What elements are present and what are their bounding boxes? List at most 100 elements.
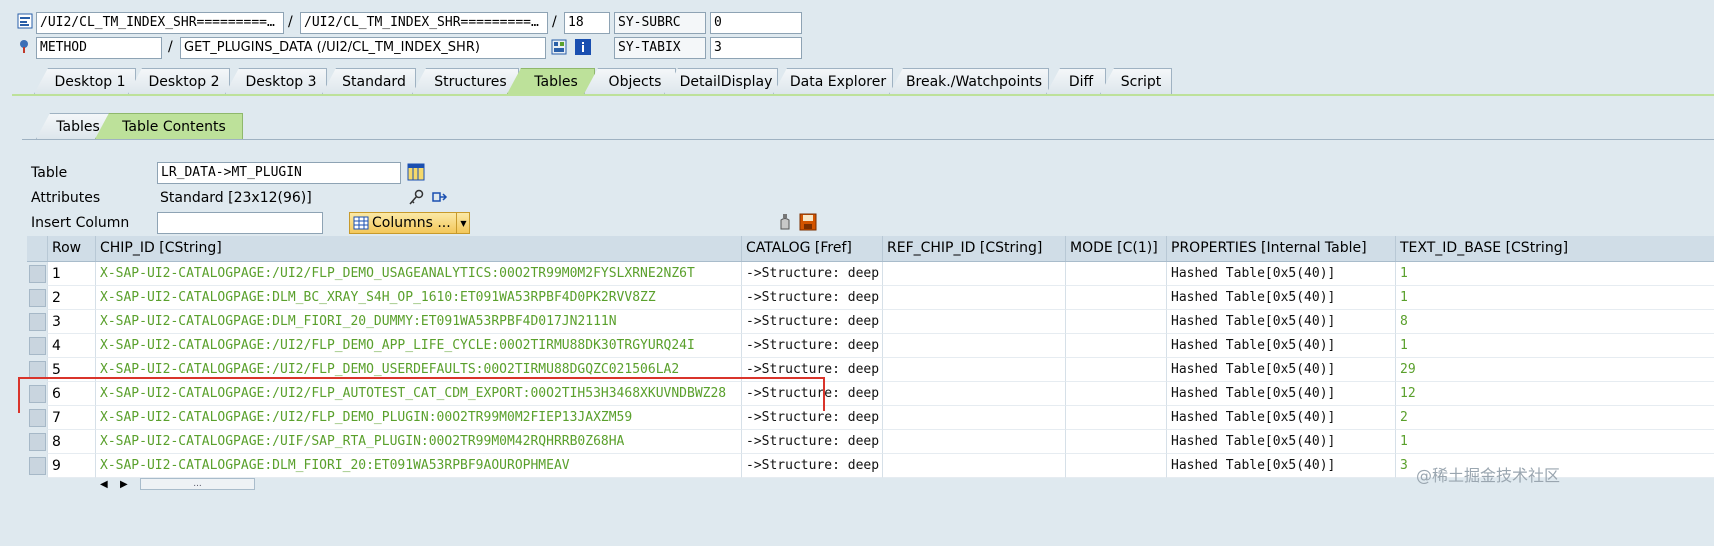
cell-ref-chip-id[interactable] <box>882 358 1065 382</box>
cell-row-number[interactable]: 3 <box>47 310 95 334</box>
table-view-icon[interactable] <box>406 162 426 182</box>
cell-text-id-base[interactable]: 12 <box>1395 382 1714 406</box>
column-header-row[interactable]: Row <box>47 236 95 261</box>
cell-text-id-base[interactable]: 29 <box>1395 358 1714 382</box>
cell-row-number[interactable]: 7 <box>47 406 95 430</box>
row-selector[interactable] <box>29 385 46 403</box>
scroll-right-arrow[interactable]: ▶ <box>120 479 128 490</box>
columns-button[interactable]: Columns ... ▼ <box>349 212 470 234</box>
cell-properties[interactable]: Hashed Table[0x5(40)] <box>1166 334 1395 358</box>
object-kind-field[interactable]: METHOD <box>36 37 162 59</box>
tab-breakpoints[interactable]: Break./Watchpoints <box>889 68 1049 94</box>
tab-desktop-1[interactable]: Desktop 1 <box>34 68 136 94</box>
cell-ref-chip-id[interactable] <box>882 430 1065 454</box>
cell-mode[interactable] <box>1065 334 1166 358</box>
cell-row-number[interactable]: 6 <box>47 382 95 406</box>
row-selector[interactable] <box>29 337 46 355</box>
tab-detail-display[interactable]: DetailDisplay <box>664 68 778 94</box>
dropdown-arrow-icon[interactable]: ▼ <box>456 213 470 233</box>
cell-chip-id[interactable]: X-SAP-UI2-CATALOGPAGE:/UI2/FLP_AUTOTEST_… <box>95 382 741 406</box>
cell-text-id-base[interactable]: 1 <box>1395 286 1714 310</box>
bottle-icon[interactable] <box>776 212 794 232</box>
column-header-properties[interactable]: PROPERTIES [Internal Table] <box>1166 236 1395 261</box>
cell-catalog[interactable]: ->Structure: deep <box>741 382 882 406</box>
cell-catalog[interactable]: ->Structure: deep <box>741 262 882 286</box>
save-icon[interactable] <box>798 212 818 232</box>
table-row[interactable]: 8 X-SAP-UI2-CATALOGPAGE:/UIF/SAP_RTA_PLUG… <box>27 430 1714 454</box>
cell-chip-id[interactable]: X-SAP-UI2-CATALOGPAGE:/UIF/SAP_RTA_PLUGI… <box>95 430 741 454</box>
cell-ref-chip-id[interactable] <box>882 454 1065 478</box>
tab-desktop-2[interactable]: Desktop 2 <box>128 68 230 94</box>
insert-column-input[interactable] <box>157 212 323 234</box>
tab-objects[interactable]: Objects <box>584 68 676 94</box>
cell-mode[interactable] <box>1065 310 1166 334</box>
cell-text-id-base[interactable]: 1 <box>1395 430 1714 454</box>
cell-properties[interactable]: Hashed Table[0x5(40)] <box>1166 286 1395 310</box>
cell-mode[interactable] <box>1065 358 1166 382</box>
cell-ref-chip-id[interactable] <box>882 406 1065 430</box>
cell-mode[interactable] <box>1065 454 1166 478</box>
subtab-table-contents[interactable]: Table Contents <box>95 113 243 139</box>
cell-chip-id[interactable]: X-SAP-UI2-CATALOGPAGE:/UI2/FLP_DEMO_APP_… <box>95 334 741 358</box>
cell-catalog[interactable]: ->Structure: deep <box>741 430 882 454</box>
column-header-mode[interactable]: MODE [C(1)] <box>1065 236 1166 261</box>
sysvar-name-field[interactable]: SY-SUBRC <box>614 12 706 34</box>
tab-script[interactable]: Script <box>1100 68 1172 94</box>
cell-chip-id[interactable]: X-SAP-UI2-CATALOGPAGE:DLM_FIORI_20_DUMMY… <box>95 310 741 334</box>
cell-catalog[interactable]: ->Structure: deep <box>741 406 882 430</box>
table-row[interactable]: 3 X-SAP-UI2-CATALOGPAGE:DLM_FIORI_20_DUMM… <box>27 310 1714 334</box>
cell-row-number[interactable]: 1 <box>47 262 95 286</box>
tab-structures[interactable]: Structures <box>412 68 519 94</box>
row-selector[interactable] <box>29 313 46 331</box>
source-code-icon[interactable] <box>16 12 34 30</box>
tab-diff[interactable]: Diff <box>1046 68 1106 94</box>
include-field[interactable]: /UI2/CL_TM_INDEX_SHR=========… <box>300 12 548 34</box>
cell-text-id-base[interactable]: 1 <box>1395 262 1714 286</box>
cell-catalog[interactable]: ->Structure: deep <box>741 454 882 478</box>
program-field[interactable]: /UI2/CL_TM_INDEX_SHR=========… <box>36 12 284 34</box>
cell-mode[interactable] <box>1065 382 1166 406</box>
row-selector[interactable] <box>29 409 46 427</box>
cell-properties[interactable]: Hashed Table[0x5(40)] <box>1166 454 1395 478</box>
cell-mode[interactable] <box>1065 262 1166 286</box>
cell-mode[interactable] <box>1065 286 1166 310</box>
row-selector[interactable] <box>29 433 46 451</box>
tab-standard[interactable]: Standard <box>322 68 416 94</box>
cell-properties[interactable]: Hashed Table[0x5(40)] <box>1166 406 1395 430</box>
cell-chip-id[interactable]: X-SAP-UI2-CATALOGPAGE:DLM_BC_XRAY_S4H_OP… <box>95 286 741 310</box>
table-row[interactable]: 2 X-SAP-UI2-CATALOGPAGE:DLM_BC_XRAY_S4H_O… <box>27 286 1714 310</box>
cell-row-number[interactable]: 2 <box>47 286 95 310</box>
column-header-catalog[interactable]: CATALOG [Fref] <box>741 236 882 261</box>
table-row[interactable]: 1 X-SAP-UI2-CATALOGPAGE:/UI2/FLP_DEMO_USA… <box>27 262 1714 286</box>
cell-catalog[interactable]: ->Structure: deep <box>741 286 882 310</box>
cell-ref-chip-id[interactable] <box>882 334 1065 358</box>
row-selector[interactable] <box>29 457 46 475</box>
cell-chip-id[interactable]: X-SAP-UI2-CATALOGPAGE:/UI2/FLP_DEMO_PLUG… <box>95 406 741 430</box>
cell-ref-chip-id[interactable] <box>882 286 1065 310</box>
tab-tables[interactable]: Tables <box>507 68 595 94</box>
cell-ref-chip-id[interactable] <box>882 382 1065 406</box>
cell-text-id-base[interactable]: 1 <box>1395 334 1714 358</box>
cell-mode[interactable] <box>1065 430 1166 454</box>
cell-chip-id[interactable]: X-SAP-UI2-CATALOGPAGE:DLM_FIORI_20:ET091… <box>95 454 741 478</box>
cell-catalog[interactable]: ->Structure: deep <box>741 310 882 334</box>
method-name-field[interactable]: GET_PLUGINS_DATA (/UI2/CL_TM_INDEX_SHR) <box>180 37 546 59</box>
line-number-field[interactable]: 18 <box>564 12 610 34</box>
scroll-left-arrow[interactable]: ◀ <box>100 479 108 490</box>
cell-row-number[interactable]: 8 <box>47 430 95 454</box>
cell-text-id-base[interactable]: 2 <box>1395 406 1714 430</box>
cell-row-number[interactable]: 4 <box>47 334 95 358</box>
cell-row-number[interactable]: 9 <box>47 454 95 478</box>
column-header-chip-id[interactable]: CHIP_ID [CString] <box>95 236 741 261</box>
table-row[interactable]: 4 X-SAP-UI2-CATALOGPAGE:/UI2/FLP_DEMO_APP… <box>27 334 1714 358</box>
table-row[interactable]: 7 X-SAP-UI2-CATALOGPAGE:/UI2/FLP_DEMO_PLU… <box>27 406 1714 430</box>
cell-mode[interactable] <box>1065 406 1166 430</box>
info-icon[interactable] <box>574 38 592 56</box>
display-object-icon[interactable] <box>550 38 568 56</box>
column-header-text-id-base[interactable]: TEXT_ID_BASE [CString] <box>1395 236 1714 261</box>
cell-properties[interactable]: Hashed Table[0x5(40)] <box>1166 430 1395 454</box>
sysvar2-value-field[interactable]: 3 <box>710 37 802 59</box>
key-icon[interactable] <box>406 188 426 208</box>
cell-properties[interactable]: Hashed Table[0x5(40)] <box>1166 382 1395 406</box>
share-icon[interactable] <box>430 188 450 208</box>
